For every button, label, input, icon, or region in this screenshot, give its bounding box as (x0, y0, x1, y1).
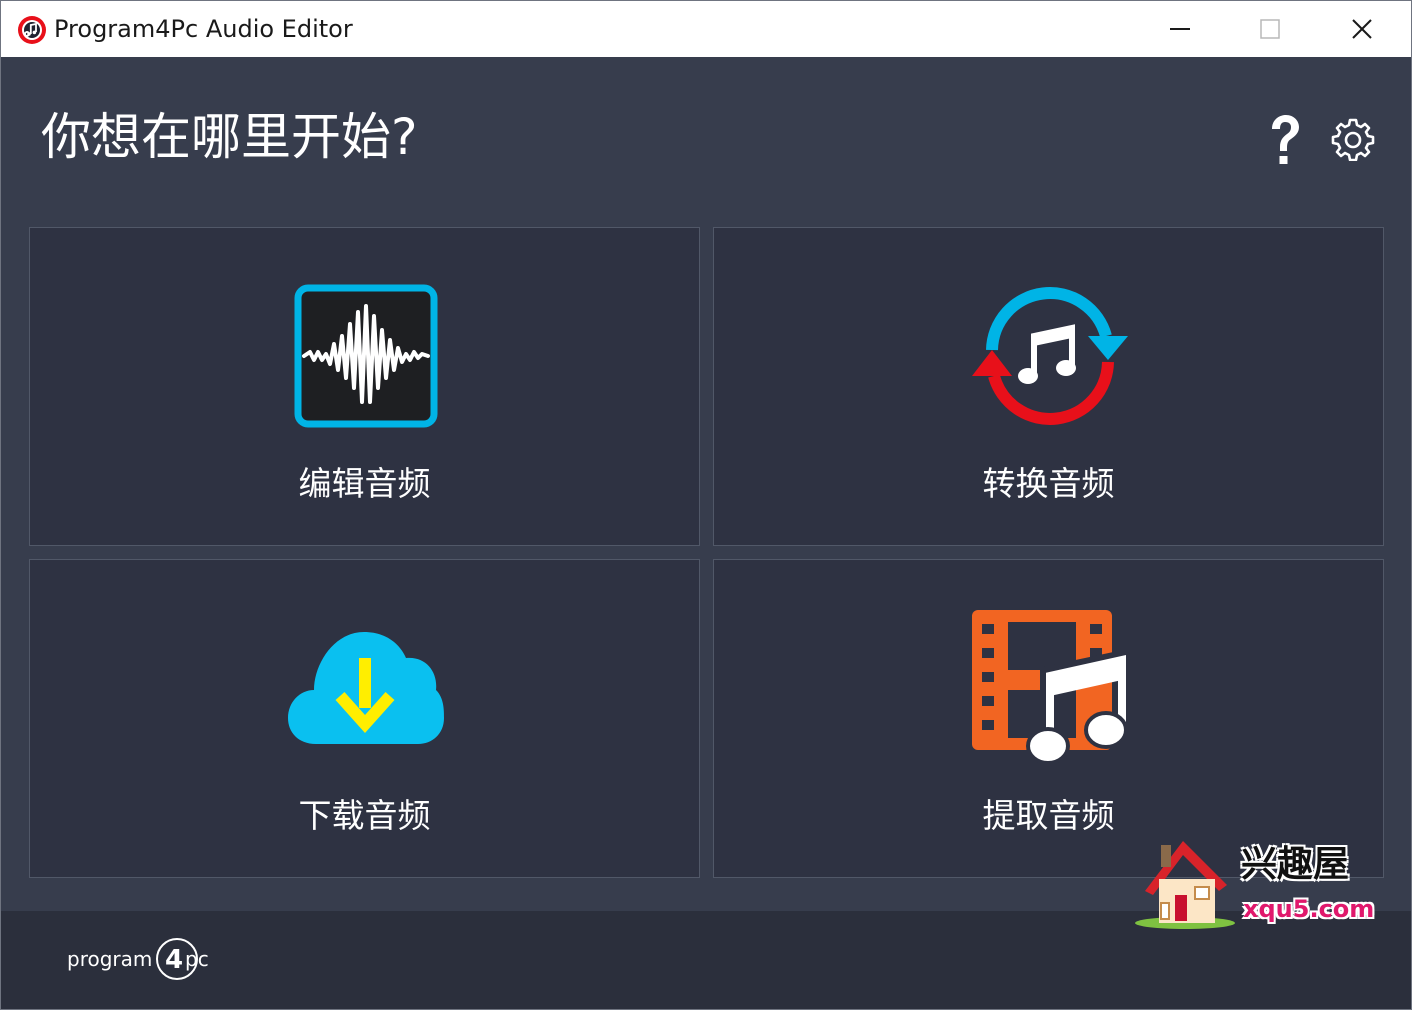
watermark-text-cn: 兴趣屋 (1241, 844, 1350, 885)
window-title: Program4Pc Audio Editor (54, 15, 353, 43)
tile-label: 转换音频 (982, 464, 1115, 503)
gear-icon (1331, 118, 1375, 162)
film-music-icon (972, 610, 1130, 765)
app-logo-icon (18, 16, 46, 44)
tile-download-audio[interactable]: 下载音频 (29, 559, 700, 878)
help-button[interactable] (1263, 113, 1307, 169)
watermark-text-en: xqu5.com (1243, 895, 1375, 923)
minimize-icon (1170, 28, 1190, 30)
close-button[interactable] (1317, 1, 1407, 57)
settings-button[interactable] (1331, 117, 1375, 162)
cloud-download-icon (288, 632, 444, 744)
tile-convert-audio[interactable]: 转换音频 (713, 227, 1384, 546)
close-icon (1352, 19, 1372, 39)
brand-text-left: program (67, 947, 152, 971)
minimize-button[interactable] (1135, 1, 1225, 57)
tile-label: 下载音频 (298, 796, 431, 835)
tile-label: 编辑音频 (298, 464, 431, 503)
tile-edit-audio[interactable]: 编辑音频 (29, 227, 700, 546)
waveform-icon (294, 284, 438, 428)
app-window: Program4Pc Audio Editor 你想在哪里开始? 编辑音频 转换… (0, 0, 1412, 1010)
brand-text-right: pc (185, 947, 209, 971)
program4pc-logo[interactable]: program 4 pc (67, 933, 227, 985)
maximize-button[interactable] (1225, 1, 1315, 57)
question-mark-icon (1272, 115, 1299, 164)
start-screen: 你想在哪里开始? 编辑音频 转换音频 下载音频 提取音频 (1, 57, 1411, 911)
tile-label: 提取音频 (982, 796, 1115, 835)
page-title: 你想在哪里开始? (41, 108, 418, 166)
title-bar[interactable]: Program4Pc Audio Editor (1, 1, 1411, 57)
tile-extract-audio[interactable]: 提取音频 (713, 559, 1384, 878)
maximize-icon (1260, 19, 1280, 39)
convert-music-icon (972, 287, 1128, 425)
brand-text-num: 4 (165, 945, 183, 975)
